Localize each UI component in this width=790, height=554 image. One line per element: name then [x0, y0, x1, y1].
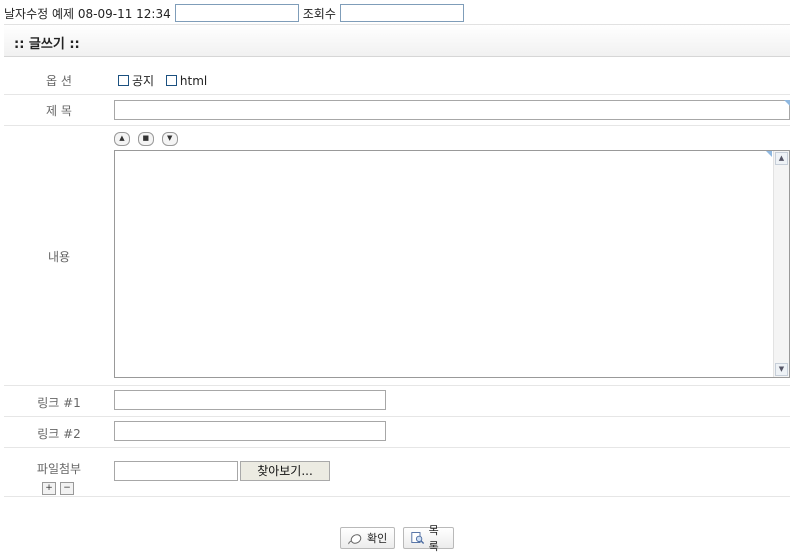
file-path-input[interactable] — [114, 461, 238, 481]
link2-field — [114, 421, 386, 441]
enlarge-up-button[interactable]: ▲ — [114, 131, 130, 146]
options-row: 옵 션 공지 html — [4, 64, 790, 95]
confirm-button[interactable]: 확인 — [340, 527, 395, 549]
html-option[interactable]: html — [165, 73, 208, 88]
resize-corner-icon — [784, 100, 790, 106]
html-checkbox[interactable] — [165, 75, 177, 86]
subject-row: 제 목 — [4, 95, 790, 126]
resize-corner-icon — [766, 151, 772, 157]
file-label: 파일첨부 — [36, 462, 82, 476]
confirm-label: 확인 — [367, 532, 388, 545]
file-picker: 찾아보기... — [114, 461, 334, 481]
link1-label: 링크 #1 — [37, 396, 81, 410]
content-textarea[interactable]: ▲ ▼ — [114, 150, 790, 378]
file-row: 파일첨부 + − 찾아보기... — [4, 448, 790, 497]
link2-label: 링크 #2 — [37, 427, 81, 441]
mouse-icon — [348, 534, 362, 545]
date-label: 날자수정 예제 08-09-11 12:34 — [4, 6, 171, 21]
options-label: 옵 션 — [46, 74, 72, 88]
reset-size-button[interactable]: ■ — [137, 131, 154, 146]
content-size-controls: ▲ ■ ▼ — [114, 131, 182, 146]
browse-button[interactable]: 찾아보기... — [240, 461, 330, 481]
list-label: 목록 — [428, 524, 439, 553]
write-title-bar: :: 글쓰기 :: — [4, 24, 790, 57]
shrink-down-button[interactable]: ▼ — [161, 131, 178, 146]
link2-row: 링크 #2 — [4, 417, 790, 448]
views-label: 조회수 — [302, 6, 336, 21]
scroll-up-icon[interactable]: ▲ — [775, 152, 788, 165]
options-field: 공지 html — [118, 72, 215, 89]
content-label: 내용 — [47, 250, 71, 264]
date-edit-bar: 날자수정 예제 08-09-11 12:34 조회수 — [4, 2, 464, 24]
link2-input[interactable] — [114, 421, 386, 441]
notice-checkbox[interactable] — [118, 75, 129, 86]
views-input[interactable] — [339, 4, 464, 22]
list-button[interactable]: 목록 — [403, 524, 454, 553]
remove-file-button[interactable]: − — [60, 482, 74, 495]
link1-input[interactable] — [114, 390, 386, 410]
subject-field — [114, 100, 790, 120]
link1-row: 링크 #1 — [4, 386, 790, 417]
subject-input[interactable] — [114, 100, 790, 120]
html-label: html — [179, 73, 208, 88]
notice-label: 공지 — [132, 74, 155, 88]
list-search-icon — [411, 532, 425, 544]
scroll-down-icon[interactable]: ▼ — [775, 363, 788, 376]
date-input[interactable] — [174, 4, 299, 22]
content-row: 내용 ▲ ■ ▼ ▲ ▼ — [4, 126, 790, 386]
page-title: :: 글쓰기 :: — [14, 37, 80, 52]
notice-option[interactable]: 공지 — [118, 72, 154, 89]
add-file-button[interactable]: + — [42, 482, 56, 495]
link1-field — [114, 390, 386, 410]
file-add-remove: + − — [42, 479, 78, 495]
content-scrollbar[interactable]: ▲ ▼ — [773, 151, 789, 377]
subject-label: 제 목 — [46, 104, 72, 118]
